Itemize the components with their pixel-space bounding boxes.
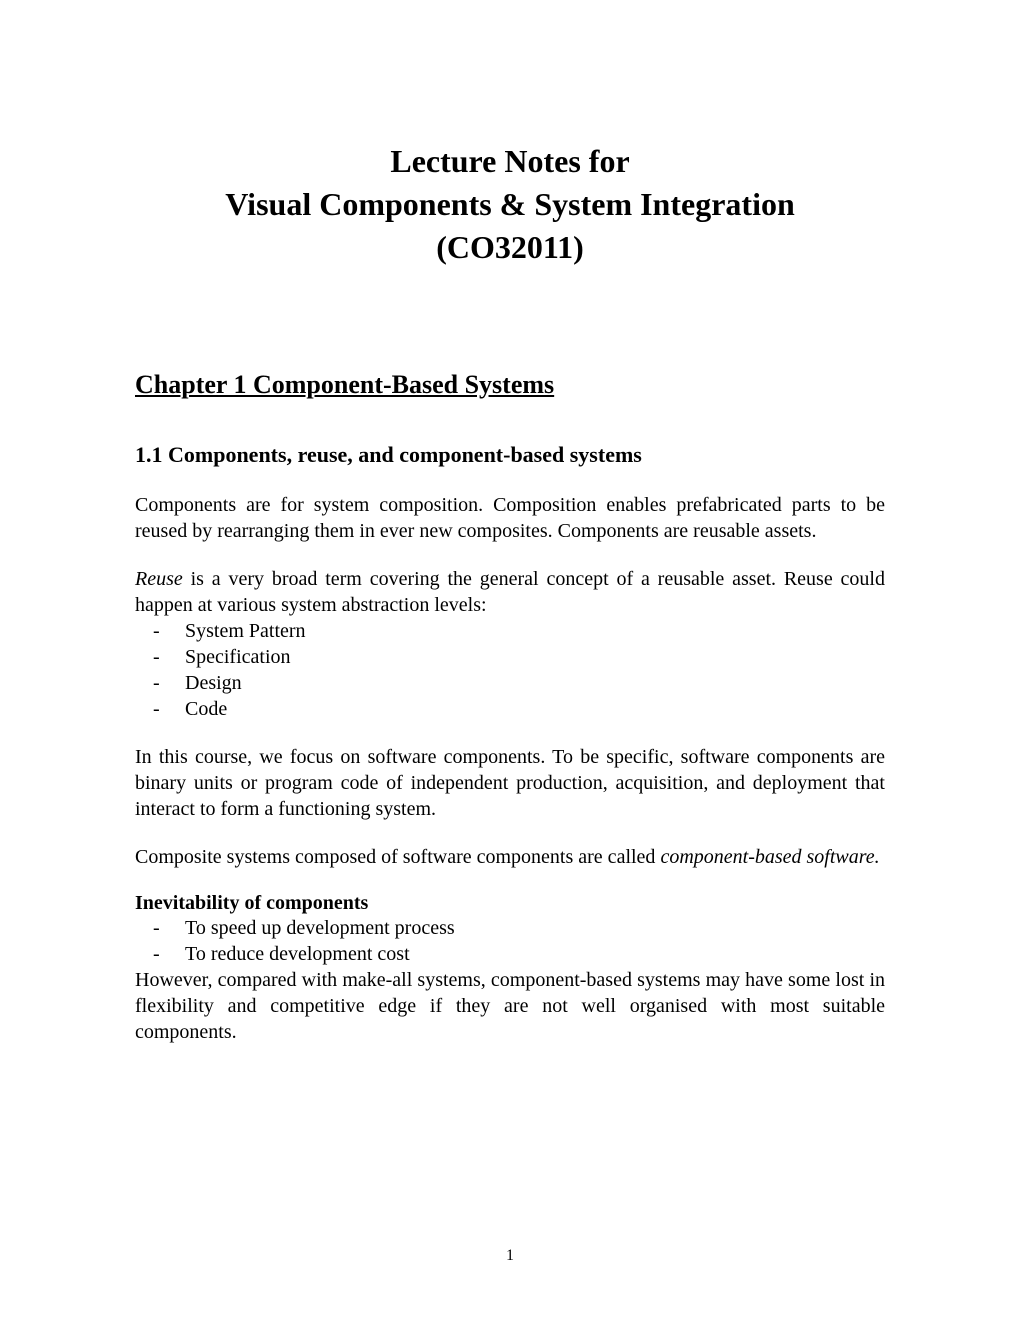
list-item: To speed up development process: [135, 915, 885, 941]
paragraph-1: Components are for system composition. C…: [135, 492, 885, 544]
paragraph-2-text: is a very broad term covering the genera…: [135, 568, 885, 616]
paragraph-4: Composite systems composed of software c…: [135, 844, 885, 870]
abstraction-levels-list: System Pattern Specification Design Code: [135, 618, 885, 722]
section-heading: 1.1 Components, reuse, and component-bas…: [135, 442, 885, 468]
list-item: To reduce development cost: [135, 941, 885, 967]
paragraph-4-text: Composite systems composed of software c…: [135, 846, 660, 868]
inevitability-subheading: Inevitability of components: [135, 892, 885, 915]
document-title: Lecture Notes for Visual Components & Sy…: [135, 140, 885, 270]
paragraph-5: However, compared with make-all systems,…: [135, 967, 885, 1045]
list-item: Code: [135, 696, 885, 722]
list-item: System Pattern: [135, 618, 885, 644]
chapter-heading: Chapter 1 Component-Based Systems: [135, 370, 885, 400]
title-line-1: Lecture Notes for: [390, 143, 629, 179]
paragraph-2: Reuse is a very broad term covering the …: [135, 566, 885, 618]
list-item: Specification: [135, 644, 885, 670]
list-item: Design: [135, 670, 885, 696]
inevitability-list: To speed up development process To reduc…: [135, 915, 885, 967]
title-line-2: Visual Components & System Integration: [225, 186, 795, 222]
page-number: 1: [0, 1247, 1020, 1265]
paragraph-3: In this course, we focus on software com…: [135, 744, 885, 822]
title-line-3: (CO32011): [436, 229, 584, 265]
component-based-term: component-based software.: [660, 846, 879, 868]
document-page: Lecture Notes for Visual Components & Sy…: [0, 0, 1020, 1127]
reuse-term: Reuse: [135, 568, 183, 590]
